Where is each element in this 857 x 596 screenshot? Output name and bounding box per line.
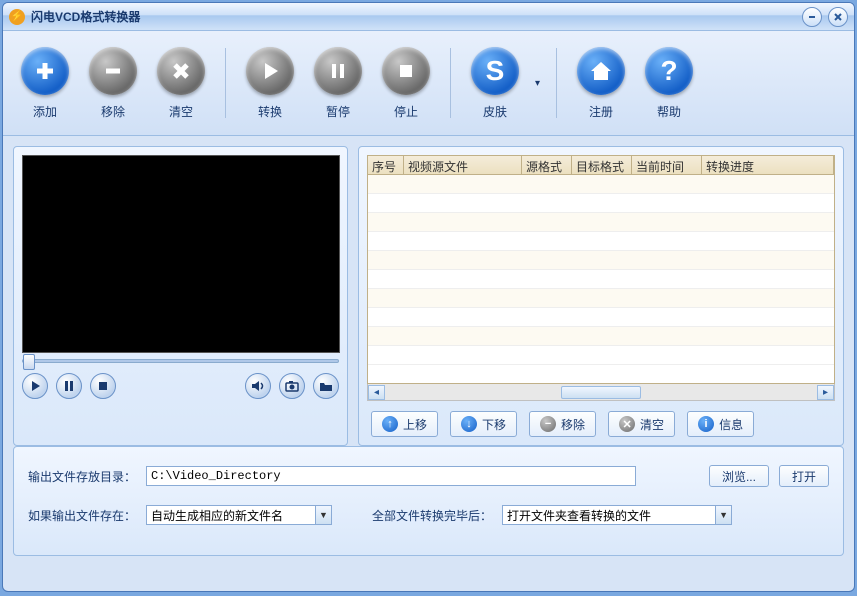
output-panel: 输出文件存放目录： 浏览... 打开 如果输出文件存在： 自动生成相应的新文件名… xyxy=(13,446,844,556)
after-convert-combo[interactable]: 打开文件夹查看转换的文件 ▼ xyxy=(502,505,732,525)
after-convert-label: 全部文件转换完毕后： xyxy=(372,507,492,524)
seek-slider[interactable] xyxy=(22,359,339,363)
info-icon: i xyxy=(698,416,714,432)
folder-icon xyxy=(319,379,333,393)
remove-button[interactable]: 移除 xyxy=(81,43,145,124)
stop-icon xyxy=(382,47,430,95)
col-source-file[interactable]: 视频源文件 xyxy=(404,156,522,174)
toolbar-separator xyxy=(450,48,451,118)
play-icon xyxy=(29,380,41,392)
chevron-down-icon: ▼ xyxy=(715,506,731,524)
volume-button[interactable] xyxy=(245,373,271,399)
skin-button[interactable]: S 皮肤 xyxy=(463,43,527,124)
browse-button[interactable]: 浏览... xyxy=(709,465,769,487)
file-exists-combo[interactable]: 自动生成相应的新文件名 ▼ xyxy=(146,505,332,525)
output-dir-label: 输出文件存放目录： xyxy=(28,468,136,485)
scroll-thumb[interactable] xyxy=(561,386,641,399)
output-dir-input[interactable] xyxy=(146,466,636,486)
scroll-right-arrow[interactable]: ▸ xyxy=(817,385,834,400)
table-body[interactable] xyxy=(367,175,835,384)
arrow-down-icon: ↓ xyxy=(461,416,477,432)
register-button[interactable]: 注册 xyxy=(569,43,633,124)
app-window: ⚡ 闪电VCD格式转换器 添加 移除 xyxy=(2,2,855,592)
main-area: 序号 视频源文件 源格式 目标格式 当前时间 转换进度 ◂ ▸ xyxy=(3,136,854,446)
clear-button[interactable]: 清空 xyxy=(149,43,213,124)
remove-icon xyxy=(89,47,137,95)
toolbar-separator xyxy=(225,48,226,118)
home-icon xyxy=(577,47,625,95)
player-pause-button[interactable] xyxy=(56,373,82,399)
stop-button[interactable]: 停止 xyxy=(374,43,438,124)
list-clear-button[interactable]: ✕ 清空 xyxy=(608,411,675,437)
arrow-up-icon: ↑ xyxy=(382,416,398,432)
col-index[interactable]: 序号 xyxy=(368,156,404,174)
file-list-panel: 序号 视频源文件 源格式 目标格式 当前时间 转换进度 ◂ ▸ xyxy=(358,146,844,446)
col-target-format[interactable]: 目标格式 xyxy=(572,156,632,174)
close-icon xyxy=(833,12,843,22)
player-stop-button[interactable] xyxy=(90,373,116,399)
open-folder-button[interactable] xyxy=(313,373,339,399)
help-icon: ? xyxy=(645,47,693,95)
add-icon xyxy=(21,47,69,95)
add-button[interactable]: 添加 xyxy=(13,43,77,124)
clear-icon xyxy=(157,47,205,95)
skin-dropdown-arrow[interactable]: ▾ xyxy=(531,78,544,89)
move-down-button[interactable]: ↓ 下移 xyxy=(450,411,517,437)
convert-button[interactable]: 转换 xyxy=(238,43,302,124)
pause-icon xyxy=(314,47,362,95)
snapshot-button[interactable] xyxy=(279,373,305,399)
video-preview xyxy=(22,155,340,353)
col-progress[interactable]: 转换进度 xyxy=(702,156,834,174)
camera-icon xyxy=(285,379,299,393)
play-button[interactable] xyxy=(22,373,48,399)
stop-icon xyxy=(97,380,109,392)
skin-icon: S xyxy=(471,47,519,95)
toolbar-separator xyxy=(556,48,557,118)
help-button[interactable]: ? 帮助 xyxy=(637,43,701,124)
horizontal-scrollbar[interactable]: ◂ ▸ xyxy=(367,384,835,401)
x-icon: ✕ xyxy=(619,416,635,432)
convert-icon xyxy=(246,47,294,95)
pause-button[interactable]: 暂停 xyxy=(306,43,370,124)
col-current-time[interactable]: 当前时间 xyxy=(632,156,702,174)
info-button[interactable]: i 信息 xyxy=(687,411,754,437)
pause-icon xyxy=(63,380,75,392)
file-exists-label: 如果输出文件存在： xyxy=(28,507,136,524)
minimize-button[interactable] xyxy=(802,7,822,27)
chevron-down-icon: ▼ xyxy=(315,506,331,524)
seek-thumb[interactable] xyxy=(23,354,35,370)
window-title: 闪电VCD格式转换器 xyxy=(31,8,802,25)
table-header: 序号 视频源文件 源格式 目标格式 当前时间 转换进度 xyxy=(367,155,835,175)
move-up-button[interactable]: ↑ 上移 xyxy=(371,411,438,437)
toolbar: 添加 移除 清空 转换 暂停 xyxy=(3,31,854,136)
app-icon: ⚡ xyxy=(9,9,25,25)
open-button[interactable]: 打开 xyxy=(779,465,829,487)
titlebar: ⚡ 闪电VCD格式转换器 xyxy=(3,3,854,31)
col-source-format[interactable]: 源格式 xyxy=(522,156,572,174)
speaker-icon xyxy=(251,379,265,393)
minus-icon: − xyxy=(540,416,556,432)
minimize-icon xyxy=(807,12,817,22)
preview-panel xyxy=(13,146,348,446)
list-remove-button[interactable]: − 移除 xyxy=(529,411,596,437)
scroll-left-arrow[interactable]: ◂ xyxy=(368,385,385,400)
close-button[interactable] xyxy=(828,7,848,27)
